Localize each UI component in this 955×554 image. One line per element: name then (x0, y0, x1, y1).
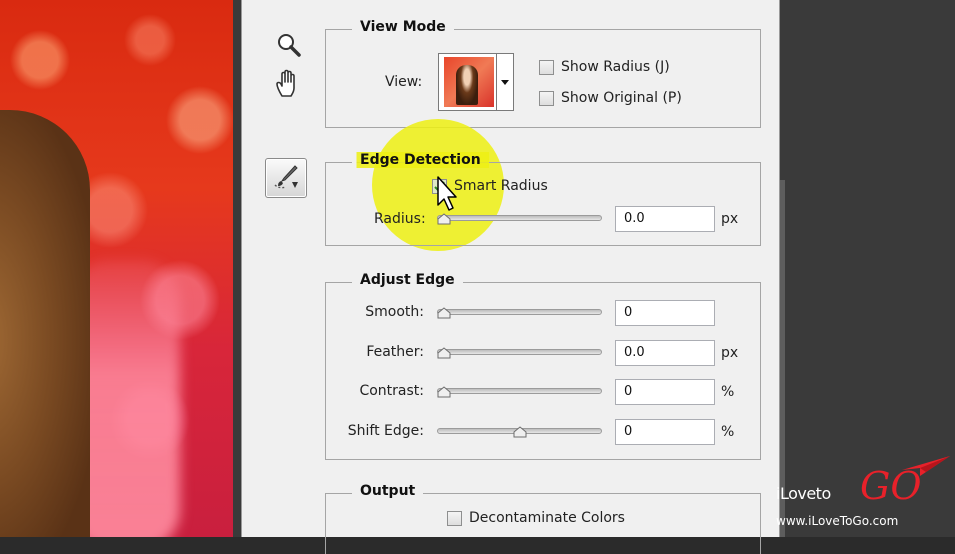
view-mode-title: View Mode (352, 19, 454, 35)
shift-edge-input[interactable]: 0 (615, 419, 715, 445)
feather-slider-thumb[interactable] (437, 347, 451, 359)
shift-edge-slider-thumb[interactable] (513, 426, 527, 438)
contrast-slider-thumb[interactable] (437, 386, 451, 398)
radius-slider-thumb[interactable] (437, 213, 451, 225)
thumbnail-subject (456, 65, 478, 105)
brand-prefix: iLoveto (776, 484, 831, 503)
view-label: View: (385, 74, 423, 90)
hand-icon[interactable] (272, 68, 304, 100)
edge-detection-group: Edge Detection Smart Radius Radius: 0.0 … (325, 152, 761, 246)
refine-radius-brush-icon[interactable] (265, 158, 307, 198)
view-thumbnail (444, 57, 494, 107)
view-thumbnail-dropdown[interactable] (438, 53, 514, 111)
show-radius-checkbox[interactable] (539, 60, 554, 75)
show-original-checkbox[interactable] (539, 91, 554, 106)
contrast-input[interactable]: 0 (615, 379, 715, 405)
output-group: Output Decontaminate Colors (325, 483, 761, 554)
output-title: Output (352, 483, 424, 499)
feather-input[interactable]: 0.0 (615, 340, 715, 366)
feather-slider[interactable] (437, 349, 602, 355)
panel-edge (233, 0, 241, 537)
smooth-slider[interactable] (437, 309, 602, 315)
adjust-edge-group: Adjust Edge Smooth: 0 Feather: 0.0 px Co… (325, 272, 761, 460)
paper-plane-icon (902, 456, 950, 476)
radius-slider[interactable] (437, 215, 602, 221)
adjust-edge-title: Adjust Edge (352, 272, 463, 288)
feather-unit: px (721, 345, 739, 361)
brand-url: www.iLoveToGo.com (776, 514, 899, 528)
radius-unit: px (721, 211, 739, 227)
view-dropdown-arrow-icon[interactable] (496, 54, 513, 110)
radius-label: Radius: (374, 211, 426, 227)
smooth-input[interactable]: 0 (615, 300, 715, 326)
cursor-arrow-icon (437, 176, 457, 211)
show-radius-label: Show Radius (J) (561, 59, 670, 75)
contrast-unit: % (721, 384, 735, 400)
shift-edge-unit: % (721, 424, 735, 440)
edge-detection-title: Edge Detection (352, 152, 489, 168)
subject-hair (0, 110, 90, 537)
view-mode-group: View Mode View: Show Radius (J) Show Ori… (325, 19, 761, 128)
contrast-label: Contrast: (359, 383, 424, 399)
smooth-label: Smooth: (365, 304, 424, 320)
zoom-icon[interactable] (274, 30, 304, 60)
show-original-label: Show Original (P) (561, 90, 682, 106)
radius-input[interactable]: 0.0 (615, 206, 715, 232)
decontaminate-colors-checkbox[interactable] (447, 511, 462, 526)
smooth-slider-thumb[interactable] (437, 307, 451, 319)
feather-label: Feather: (366, 344, 424, 360)
smart-radius-label: Smart Radius (454, 178, 548, 194)
decontaminate-colors-label: Decontaminate Colors (469, 510, 625, 526)
background-photo (0, 0, 235, 537)
shift-edge-label: Shift Edge: (347, 423, 424, 439)
contrast-slider[interactable] (437, 388, 602, 394)
refine-edge-dialog: View Mode View: Show Radius (J) Show Ori… (241, 0, 780, 554)
